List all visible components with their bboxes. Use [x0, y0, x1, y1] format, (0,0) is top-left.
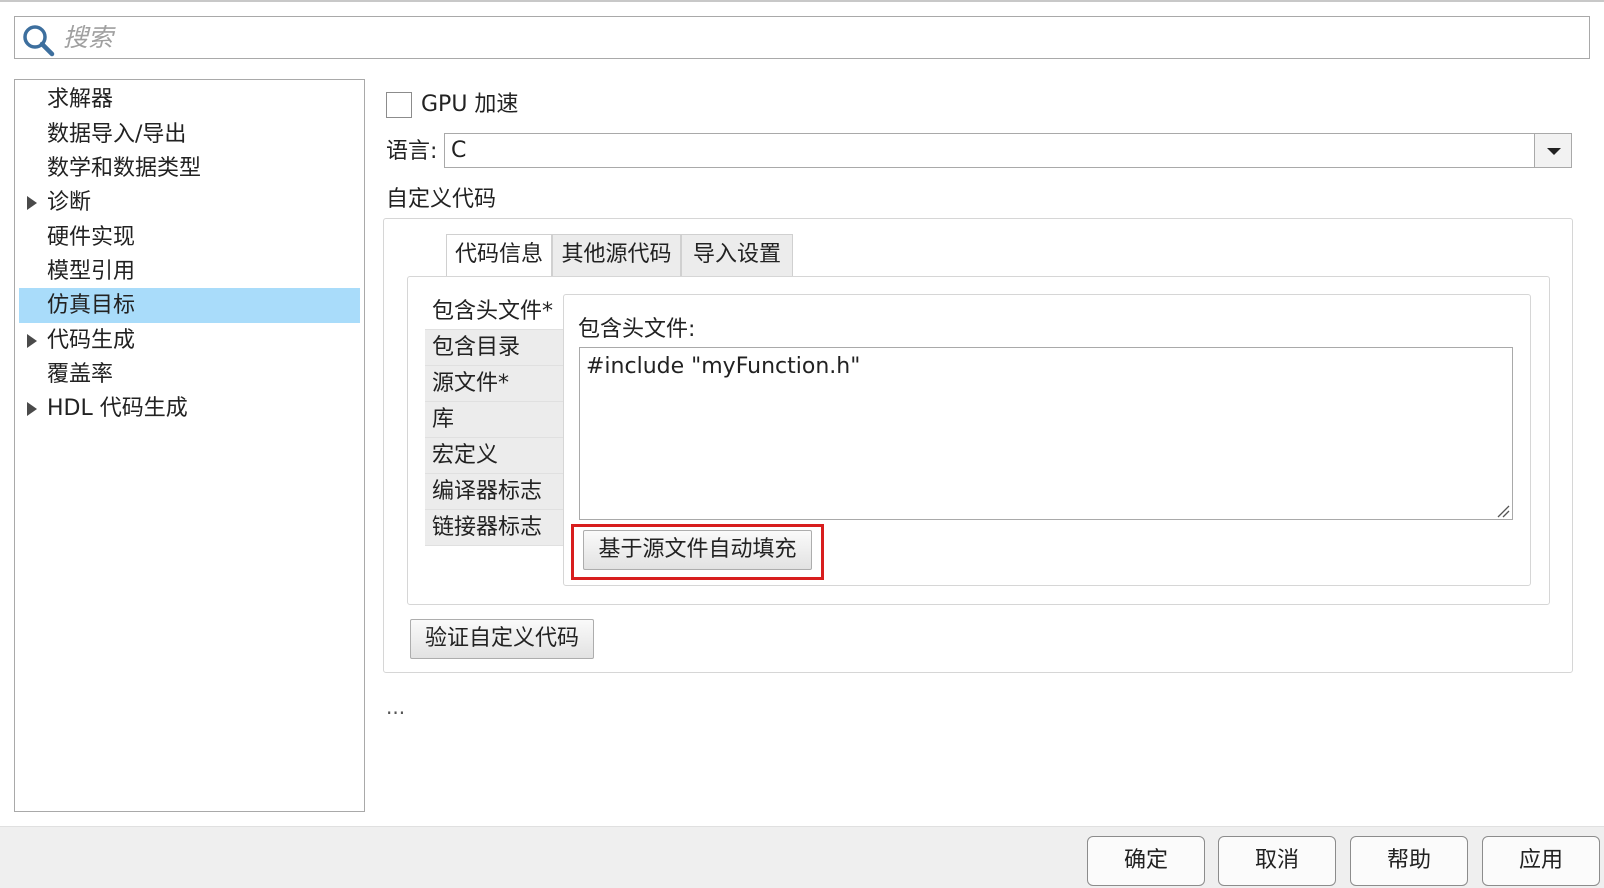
ok-button[interactable]: 确定	[1087, 836, 1205, 886]
tab-label: 导入设置	[692, 242, 781, 267]
language-value: C	[451, 138, 467, 163]
expand-arrow-icon[interactable]	[27, 402, 37, 416]
tree-item-label: 数学和数据类型	[47, 156, 202, 181]
tree-item-label: 诊断	[47, 190, 92, 215]
tab-other-source[interactable]: 其他源代码	[552, 234, 681, 276]
tab-label: 其他源代码	[561, 242, 672, 267]
tree-item-label: 模型引用	[47, 259, 136, 284]
header-files-textarea[interactable]: #include "myFunction.h"	[579, 347, 1513, 520]
validate-custom-code-button[interactable]: 验证自定义代码	[410, 619, 594, 659]
subtab-defines[interactable]: 宏定义	[425, 438, 563, 474]
tree-item-hdl-code-generation[interactable]: HDL 代码生成	[19, 391, 360, 426]
resize-grip-icon[interactable]	[1496, 504, 1510, 518]
tab-import-settings[interactable]: 导入设置	[681, 234, 793, 276]
autofill-from-source-button[interactable]: 基于源文件自动填充	[583, 530, 812, 570]
tree-item-label: 覆盖率	[47, 362, 114, 387]
tab-code-info[interactable]: 代码信息	[446, 234, 552, 276]
tree-item-label: 求解器	[47, 87, 114, 112]
tree-item-label: 硬件实现	[47, 225, 136, 250]
subtab-label: 库	[432, 407, 455, 432]
tree-item-solver[interactable]: 求解器	[19, 82, 360, 117]
header-files-label: 包含头文件:	[578, 317, 696, 342]
tab-label: 代码信息	[454, 242, 543, 267]
subtab-label: 包含目录	[432, 335, 521, 360]
tree-item-label: 仿真目标	[47, 293, 136, 318]
help-button[interactable]: 帮助	[1350, 836, 1468, 886]
more-indicator: ...	[386, 695, 406, 719]
expand-arrow-icon[interactable]	[27, 196, 37, 210]
tree-item-label: 代码生成	[47, 328, 136, 353]
tree-item-coverage[interactable]: 覆盖率	[19, 357, 360, 392]
dropdown-button[interactable]	[1534, 134, 1571, 167]
search-input[interactable]	[61, 21, 1561, 54]
subtab-linker-flags[interactable]: 链接器标志	[425, 510, 563, 546]
gpu-acceleration-label: GPU 加速	[421, 92, 519, 117]
tree-item-math-data-types[interactable]: 数学和数据类型	[19, 151, 360, 186]
subtab-compiler-flags[interactable]: 编译器标志	[425, 474, 563, 510]
subtab-label: 宏定义	[432, 443, 499, 468]
chevron-down-icon	[1547, 148, 1561, 155]
gpu-acceleration-checkbox[interactable]	[386, 92, 412, 118]
tree-item-simulation-target[interactable]: 仿真目标	[19, 288, 360, 323]
subtab-source-files[interactable]: 源文件*	[425, 366, 563, 402]
tree-item-diagnostics[interactable]: 诊断	[19, 185, 360, 220]
top-border	[0, 0, 1604, 2]
tree-item-label: HDL 代码生成	[47, 396, 188, 421]
cancel-button[interactable]: 取消	[1218, 836, 1336, 886]
subtab-include-headers[interactable]: 包含头文件*	[425, 294, 563, 330]
subtab-label: 链接器标志	[432, 515, 543, 540]
search-bar[interactable]	[14, 16, 1590, 59]
subtab-label: 包含头文件*	[432, 299, 554, 324]
apply-button[interactable]: 应用	[1482, 836, 1600, 886]
subtab-libraries[interactable]: 库	[425, 402, 563, 438]
tree-item-hardware[interactable]: 硬件实现	[19, 220, 360, 255]
language-dropdown[interactable]: C	[444, 133, 1572, 168]
subtab-label: 源文件*	[432, 371, 510, 396]
category-tree: 求解器 数据导入/导出 数学和数据类型 诊断 硬件实现 模型引用 仿真目标 代码…	[14, 79, 365, 812]
subtab-include-dirs[interactable]: 包含目录	[425, 330, 563, 366]
expand-arrow-icon[interactable]	[27, 334, 37, 348]
custom-code-title: 自定义代码	[386, 187, 497, 212]
tree-item-code-generation[interactable]: 代码生成	[19, 323, 360, 358]
tree-item-data-import-export[interactable]: 数据导入/导出	[19, 117, 360, 152]
tree-item-model-referencing[interactable]: 模型引用	[19, 254, 360, 289]
search-icon	[23, 25, 55, 57]
tree-item-label: 数据导入/导出	[47, 122, 187, 147]
subtab-label: 编译器标志	[432, 479, 543, 504]
language-label: 语言:	[386, 139, 438, 164]
